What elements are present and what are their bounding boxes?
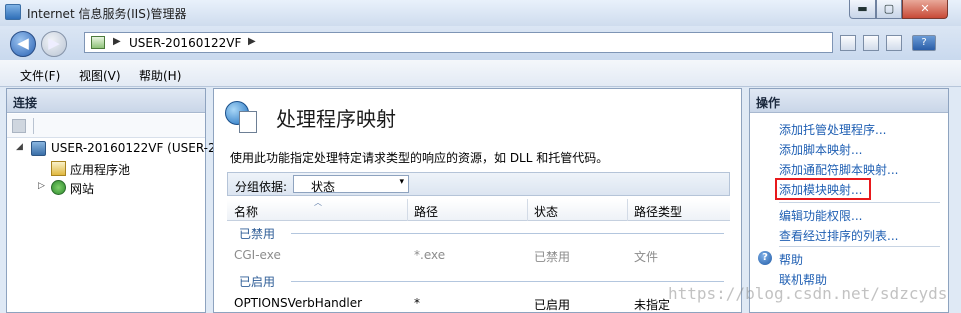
cell-name: CGI-exe — [234, 248, 281, 262]
document-icon — [239, 111, 257, 133]
group-by-value: 状态 — [311, 180, 336, 194]
tree-item-server[interactable]: ◢ USER-20160122VF (USER-2 — [7, 139, 216, 158]
group-by-bar: 分组依据: 状态 ▾ — [227, 172, 730, 196]
cell-path-type: 文件 — [634, 250, 659, 264]
help-icon[interactable]: ? — [912, 35, 936, 51]
cell-path: * — [414, 296, 420, 310]
connect-icon[interactable] — [12, 119, 26, 133]
sites-icon — [51, 180, 66, 195]
tree-item-label: 网站 — [70, 182, 95, 196]
actions-divider — [779, 246, 940, 247]
feature-panel: 处理程序映射 使用此功能指定处理特定请求类型的响应的资源，如 DLL 和托管代码… — [213, 88, 742, 313]
column-header-name[interactable]: 名称 — [234, 203, 258, 221]
window-title: Internet 信息服务(IIS)管理器 — [27, 7, 187, 21]
server-crumb-icon — [91, 36, 105, 49]
cell-state: 已启用 — [534, 298, 571, 312]
address-bar[interactable]: ▶ USER-20160122VF ▶ — [84, 32, 833, 53]
action-add-wildcard-script-map[interactable]: 添加通配符脚本映射... — [779, 161, 898, 178]
action-add-managed-handler[interactable]: 添加托管处理程序... — [779, 121, 886, 138]
refresh-icon[interactable] — [840, 35, 856, 51]
minimize-button[interactable]: ▬ — [849, 0, 876, 19]
highlight-box — [775, 178, 871, 200]
collapse-icon[interactable]: ◢ — [16, 142, 23, 152]
help-icon: ? — [758, 251, 772, 265]
group-label: 已禁用 — [239, 227, 276, 241]
group-label: 已启用 — [239, 275, 276, 289]
table-row[interactable]: OPTIONSVerbHandler * 已启用 未指定 — [227, 292, 730, 313]
group-header-enabled[interactable]: 已启用 — [227, 270, 730, 291]
menu-bar: 文件(F) 视图(V) 帮助(H) — [0, 60, 961, 87]
action-add-script-map[interactable]: 添加脚本映射... — [779, 141, 862, 158]
action-view-ordered-list[interactable]: 查看经过排序的列表... — [779, 227, 898, 244]
watermark: https://blog.csdn.net/sdzcyds — [668, 284, 948, 303]
toolbar-divider — [33, 118, 34, 134]
close-button[interactable]: ✕ — [902, 0, 948, 19]
actions-header: 操作 — [750, 89, 948, 113]
connections-panel: 连接 ◢ USER-20160122VF (USER-2 应用程序池 ▷ 网站 — [6, 88, 216, 313]
column-header-path[interactable]: 路径 — [414, 203, 438, 221]
navigation-bar: ◀ ▶ ▶ USER-20160122VF ▶ ? — [0, 26, 961, 60]
cell-name: OPTIONSVerbHandler — [234, 296, 363, 310]
title-bar: Internet 信息服务(IIS)管理器 ▬ ▢ ✕ — [0, 0, 961, 26]
expand-icon[interactable]: ▷ — [38, 181, 45, 191]
table-row[interactable]: CGI-exe *.exe 已禁用 文件 — [227, 244, 730, 268]
column-header-path-type[interactable]: 路径类型 — [634, 203, 682, 221]
column-header-state[interactable]: 状态 — [534, 203, 558, 221]
page-title: 处理程序映射 — [276, 107, 396, 131]
breadcrumb-separator-icon[interactable]: ▶ — [248, 36, 256, 47]
group-divider — [291, 233, 724, 234]
forward-button[interactable]: ▶ — [41, 31, 67, 57]
menu-help[interactable]: 帮助(H) — [139, 67, 181, 84]
iis-app-icon — [5, 4, 21, 20]
dropdown-arrow-icon: ▾ — [399, 177, 404, 187]
breadcrumb-separator-icon[interactable]: ▶ — [113, 36, 121, 47]
group-by-label: 分组依据: — [235, 180, 288, 194]
stop-icon[interactable] — [863, 35, 879, 51]
sort-indicator-icon: ︿ — [314, 198, 322, 207]
cell-path-type: 未指定 — [634, 298, 671, 312]
action-edit-feature-permissions[interactable]: 编辑功能权限... — [779, 207, 862, 224]
home-icon[interactable] — [886, 35, 902, 51]
column-divider[interactable] — [407, 199, 408, 221]
back-button[interactable]: ◀ — [10, 31, 36, 57]
connections-toolbar — [7, 114, 205, 138]
column-divider[interactable] — [527, 199, 528, 221]
action-help[interactable]: 帮助 — [779, 251, 803, 268]
group-header-disabled[interactable]: 已禁用 — [227, 222, 730, 243]
cell-state: 已禁用 — [534, 250, 571, 264]
connections-header: 连接 — [7, 89, 205, 113]
feature-description: 使用此功能指定处理特定请求类型的响应的资源，如 DLL 和托管代码。 — [230, 151, 609, 165]
app-pool-icon — [51, 161, 66, 176]
tree-item-app-pools[interactable]: 应用程序池 — [7, 159, 205, 178]
group-by-select[interactable]: 状态 ▾ — [293, 175, 409, 194]
cell-path: *.exe — [414, 248, 446, 262]
maximize-button[interactable]: ▢ — [876, 0, 902, 19]
group-divider — [291, 281, 724, 282]
server-icon — [31, 141, 46, 156]
menu-file[interactable]: 文件(F) — [20, 67, 60, 84]
actions-divider — [779, 202, 940, 203]
grid-header: ︿ 名称 路径 状态 路径类型 — [227, 198, 730, 221]
column-divider[interactable] — [627, 199, 628, 221]
actions-panel: 操作 添加托管处理程序... 添加脚本映射... 添加通配符脚本映射... 添加… — [749, 88, 949, 313]
tree-item-label: 应用程序池 — [70, 163, 131, 177]
tree-item-sites[interactable]: ▷ 网站 — [7, 178, 205, 197]
menu-view[interactable]: 视图(V) — [79, 67, 121, 84]
breadcrumb-server[interactable]: USER-20160122VF — [129, 36, 241, 50]
tree-item-label: USER-20160122VF (USER-2 — [51, 141, 216, 155]
handler-mappings-icon — [225, 101, 259, 135]
